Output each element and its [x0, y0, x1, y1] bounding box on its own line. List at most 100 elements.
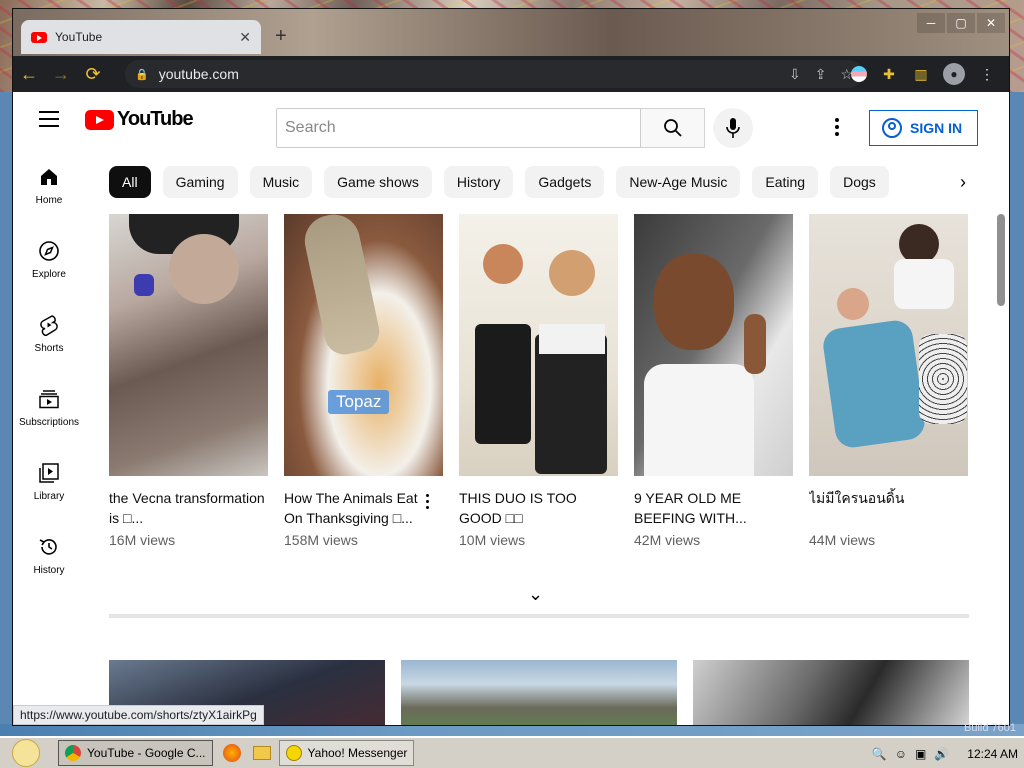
short-item[interactable]: ไม่มีใครนอนดิ้น 44M views: [809, 214, 968, 548]
taskbar-item-chrome[interactable]: YouTube - Google C...: [58, 740, 213, 766]
short-title[interactable]: ไม่มีใครนอนดิ้น: [809, 488, 968, 528]
short-more-menu-icon[interactable]: [426, 494, 430, 512]
search-icon: [663, 119, 682, 137]
chip-all[interactable]: All: [109, 166, 151, 198]
settings-kebab-icon[interactable]: [835, 118, 839, 139]
windows-build-watermark: Build 7601: [964, 722, 1016, 734]
sidebar-item-label: Explore: [32, 268, 66, 280]
search-input[interactable]: Search: [276, 108, 641, 148]
youtube-page: YouTube Search SIGN IN Home Explore Shor…: [13, 92, 1009, 725]
video-thumbnail[interactable]: [693, 660, 969, 725]
clock[interactable]: 12:24 AM: [967, 747, 1018, 761]
browser-menu-icon[interactable]: ⋮: [977, 64, 997, 84]
sidebar-item-label: History: [33, 564, 65, 576]
start-button[interactable]: [0, 737, 52, 768]
sidebar-item-subscriptions[interactable]: Subscriptions: [13, 370, 85, 444]
short-thumbnail[interactable]: [459, 214, 618, 476]
sidebar-item-label: Subscriptions: [18, 416, 80, 428]
sidebar-item-explore[interactable]: Explore: [13, 222, 85, 296]
status-bar-url: https://www.youtube.com/shorts/ztyX1airk…: [13, 705, 264, 725]
taskbar: YouTube - Google C... Yahoo! Messenger 🔍…: [0, 736, 1024, 768]
subscriptions-icon: [37, 387, 61, 411]
youtube-favicon-icon: [31, 31, 47, 43]
short-thumbnail[interactable]: [634, 214, 793, 476]
close-window-icon[interactable]: ✕: [977, 13, 1005, 33]
taskbar-item-yahoo-messenger[interactable]: Yahoo! Messenger: [278, 740, 415, 766]
lock-icon[interactable]: 🔒: [135, 68, 149, 81]
chevron-down-icon[interactable]: ⌄: [528, 584, 543, 605]
smiley-start-icon: [12, 739, 40, 767]
sidebar-item-history[interactable]: History: [13, 518, 85, 592]
chip-history[interactable]: History: [443, 166, 514, 198]
sidebar-item-home[interactable]: Home: [13, 148, 85, 222]
short-item[interactable]: Topaz How The Animals Eat On Thanksgivin…: [284, 214, 443, 548]
folder-icon[interactable]: [251, 742, 273, 764]
forward-icon[interactable]: →: [45, 58, 77, 90]
chip-game-shows[interactable]: Game shows: [324, 166, 432, 198]
install-app-icon[interactable]: ⇩: [789, 66, 801, 83]
short-item[interactable]: 9 YEAR OLD ME BEEFING WITH... 42M views: [634, 214, 793, 548]
search-tray-icon[interactable]: 🔍: [872, 747, 887, 761]
system-tray: 🔍 ☺ ▣ 🔊 12:24 AM: [872, 741, 1018, 767]
toolbar-extensions: ✚ ▥ ● ⋮: [851, 60, 997, 88]
pride-flag-extension-icon[interactable]: [851, 66, 867, 82]
chevron-right-icon[interactable]: ›: [943, 162, 983, 202]
short-title[interactable]: the Vecna transformation is □...: [109, 488, 268, 528]
sidebar-item-label: Library: [33, 490, 65, 502]
chip-dogs[interactable]: Dogs: [830, 166, 889, 198]
tab-close-icon[interactable]: ✕: [239, 29, 251, 46]
shorts-icon: [37, 313, 61, 337]
chrome-icon: [65, 745, 81, 761]
short-views: 16M views: [109, 532, 176, 548]
back-icon[interactable]: ←: [13, 58, 45, 90]
voice-search-button[interactable]: [713, 108, 753, 148]
sign-in-button[interactable]: SIGN IN: [869, 110, 978, 146]
browser-tab-youtube[interactable]: YouTube ✕: [21, 20, 261, 54]
firefox-icon[interactable]: [221, 742, 243, 764]
extensions-puzzle-icon[interactable]: ✚: [879, 64, 899, 84]
network-icon[interactable]: ▣: [915, 747, 926, 761]
side-panel-icon[interactable]: ▥: [911, 64, 931, 84]
short-title[interactable]: THIS DUO IS TOO GOOD □□: [459, 488, 618, 528]
new-tab-icon[interactable]: +: [275, 25, 287, 48]
microphone-icon: [726, 118, 740, 138]
taskbar-item-label: Yahoo! Messenger: [307, 746, 408, 760]
tab-strip: YouTube ✕ + ─ ▢ ✕: [13, 9, 1009, 59]
short-title[interactable]: 9 YEAR OLD ME BEEFING WITH...: [634, 488, 793, 528]
short-item[interactable]: THIS DUO IS TOO GOOD □□ 10M views: [459, 214, 618, 548]
minimize-icon[interactable]: ─: [917, 13, 945, 33]
shelf-divider: [109, 614, 969, 618]
filter-chips-bar: All Gaming Music Game shows History Gadg…: [109, 166, 979, 202]
search-button[interactable]: [641, 108, 705, 148]
chip-music[interactable]: Music: [249, 166, 313, 198]
profile-avatar-icon[interactable]: ●: [943, 63, 965, 85]
short-views: 10M views: [459, 532, 526, 548]
share-icon[interactable]: ⇪: [815, 66, 827, 83]
chip-gaming[interactable]: Gaming: [162, 166, 238, 198]
maximize-icon[interactable]: ▢: [947, 13, 975, 33]
youtube-logo-text: YouTube: [117, 108, 194, 130]
reload-icon[interactable]: ⟳: [77, 58, 109, 90]
sidebar-item-library[interactable]: Library: [13, 444, 85, 518]
short-views: 42M views: [634, 532, 701, 548]
address-bar[interactable]: 🔒 youtube.com ⇩ ⇪ ☆: [125, 60, 863, 88]
youtube-logo[interactable]: YouTube: [85, 108, 194, 131]
short-item[interactable]: the Vecna transformation is □... 16M vie…: [109, 214, 268, 548]
short-thumbnail[interactable]: Topaz: [284, 214, 443, 476]
chip-new-age-music[interactable]: New-Age Music: [616, 166, 741, 198]
video-thumbnail[interactable]: [401, 660, 677, 725]
page-scrollbar[interactable]: [997, 214, 1005, 306]
desktop-edge-left: [0, 92, 12, 724]
short-thumbnail[interactable]: [109, 214, 268, 476]
account-circle-icon: [882, 118, 902, 138]
messenger-tray-icon[interactable]: ☺: [895, 747, 907, 761]
volume-icon[interactable]: 🔊: [934, 747, 949, 761]
sidebar-item-shorts[interactable]: Shorts: [13, 296, 85, 370]
history-icon: [37, 535, 61, 559]
short-thumbnail[interactable]: [809, 214, 968, 476]
short-title[interactable]: How The Animals Eat On Thanksgiving □...: [284, 488, 419, 528]
chip-eating[interactable]: Eating: [752, 166, 819, 198]
chip-gadgets[interactable]: Gadgets: [525, 166, 605, 198]
hamburger-menu-icon[interactable]: [39, 111, 59, 127]
short-views: 158M views: [284, 532, 358, 548]
